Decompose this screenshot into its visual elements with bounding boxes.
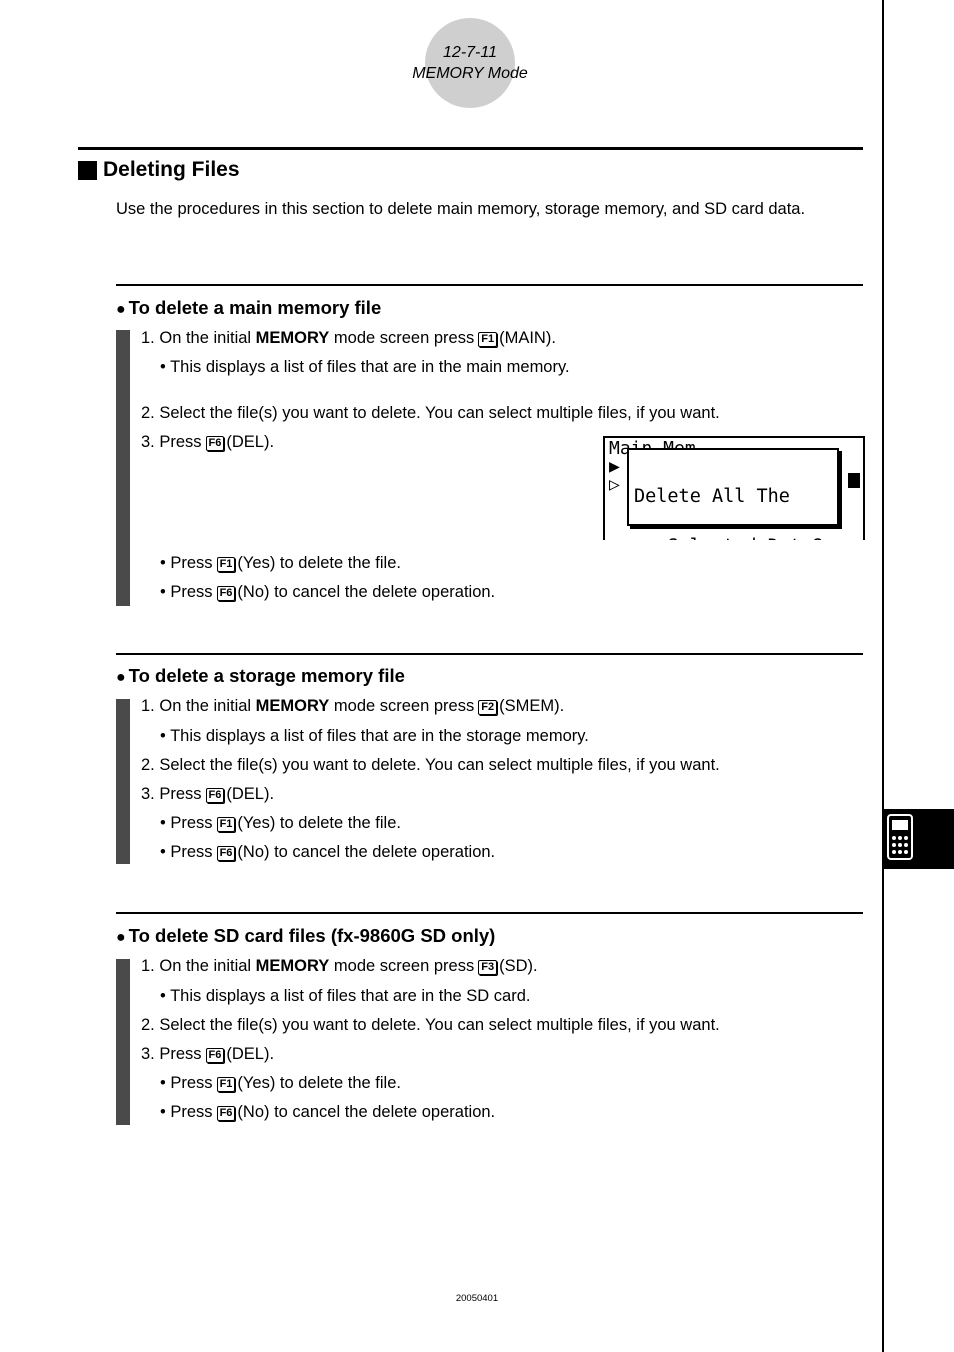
step-2: 2. Select the file(s) you want to delete… bbox=[141, 404, 720, 422]
step-1-note: • This displays a list of files that are… bbox=[160, 987, 531, 1005]
key-icon: F3 bbox=[478, 960, 498, 975]
key-icon: F1 bbox=[216, 557, 236, 572]
step-3: 3. Press F6 (DEL). bbox=[141, 433, 275, 451]
key-icon: F6 bbox=[216, 586, 236, 601]
footer-code: 20050401 bbox=[455, 1293, 499, 1304]
step-2: 2. Select the file(s) you want to delete… bbox=[141, 756, 720, 774]
key-icon: F6 bbox=[216, 1106, 236, 1121]
calculator-icon bbox=[887, 814, 913, 860]
yes-note: • Press F1 (Yes) to delete the file. bbox=[160, 814, 401, 832]
key-icon: F6 bbox=[216, 846, 236, 861]
yes-note: • Press F1 (Yes) to delete the file. bbox=[160, 1074, 401, 1092]
step-1: 1. On the initial MEMORY mode screen pre… bbox=[141, 957, 538, 975]
section-rule bbox=[116, 284, 863, 286]
yes-note: • Press F1 (Yes) to delete the file. bbox=[160, 554, 401, 572]
key-icon: F6 bbox=[205, 1048, 225, 1063]
title-rule bbox=[78, 147, 863, 150]
step-1: 1. On the initial MEMORY mode screen pre… bbox=[141, 329, 556, 347]
section-heading: ● To delete a storage memory file bbox=[116, 665, 405, 686]
delete-confirm-dialog: Delete All The Selected Data? Yes:[F1] N… bbox=[627, 448, 839, 540]
section-heading: ● To delete SD card files (fx-9860G SD on… bbox=[116, 925, 496, 946]
page-margin-line bbox=[882, 0, 884, 1352]
step-2: 2. Select the file(s) you want to delete… bbox=[141, 1016, 720, 1034]
no-note: • Press F6 (No) to cancel the delete opera… bbox=[160, 843, 496, 861]
square-bullet-icon bbox=[78, 160, 97, 180]
page-header: 12-7-11 MEMORY Mode bbox=[370, 42, 570, 84]
step-3: 3. Press F6 (DEL). bbox=[141, 1045, 275, 1063]
step-3: 3. Press F6 (DEL). bbox=[141, 785, 275, 803]
page-title: Deleting Files bbox=[78, 158, 240, 182]
key-icon: F1 bbox=[216, 817, 236, 832]
step-1-note: • This displays a list of files that are… bbox=[160, 358, 570, 376]
procedure-bar bbox=[116, 699, 130, 864]
chapter-tab bbox=[884, 809, 954, 869]
key-icon: F6 bbox=[205, 788, 225, 803]
step-1-note: • This displays a list of files that are… bbox=[160, 727, 589, 745]
key-icon: F2 bbox=[478, 700, 498, 715]
intro-paragraph: Use the procedures in this section to de… bbox=[116, 200, 806, 218]
section-rule bbox=[116, 912, 863, 914]
no-note: • Press F6 (No) to cancel the delete opera… bbox=[160, 1103, 496, 1121]
section-name: MEMORY Mode bbox=[412, 65, 528, 82]
procedure-bar bbox=[116, 330, 130, 606]
page-number: 12-7-11 bbox=[443, 44, 497, 61]
section-heading: ● To delete a main memory file bbox=[116, 297, 382, 318]
key-icon: F1 bbox=[478, 332, 498, 347]
step-1: 1. On the initial MEMORY mode screen pre… bbox=[141, 697, 565, 715]
no-note: • Press F6 (No) to cancel the delete opera… bbox=[160, 583, 496, 601]
key-icon: F6 bbox=[205, 436, 225, 451]
procedure-bar bbox=[116, 959, 130, 1125]
key-icon: F1 bbox=[216, 1077, 236, 1092]
section-rule bbox=[116, 653, 863, 655]
selection-cursor bbox=[848, 473, 860, 488]
calculator-screen: Main Mem ▶ ▷ Delete All The Selected Dat… bbox=[603, 436, 865, 540]
